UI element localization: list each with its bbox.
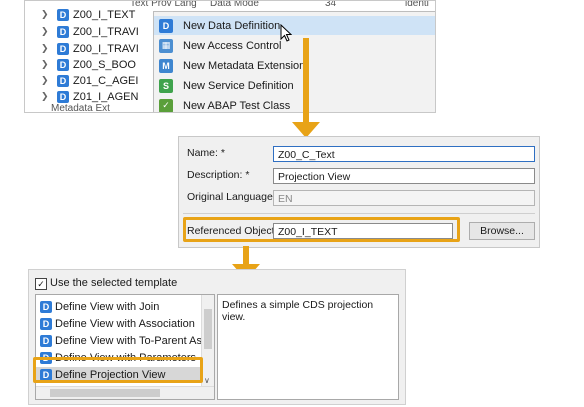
referenced-object-field[interactable]: Z00_I_TEXT [273, 223, 453, 239]
menu-item-new-abap-test-class[interactable]: ✓ New ABAP Test Class [154, 96, 435, 112]
background-text: 34 [325, 0, 337, 9]
tree-item[interactable]: ❯ D Z00_S_BOO [25, 57, 136, 72]
test-class-icon: ✓ [159, 98, 173, 112]
browse-button[interactable]: Browse... [469, 222, 535, 240]
chevron-right-icon[interactable]: ❯ [41, 91, 51, 102]
ddl-icon: D [57, 58, 69, 71]
mouse-pointer-icon [280, 24, 292, 42]
list-item[interactable]: D Define View with Association [36, 316, 195, 332]
menu-item-label: New ABAP Test Class [183, 99, 291, 112]
ddl-icon: D [57, 74, 69, 87]
menu-item-new-metadata-extension[interactable]: M New Metadata Extension [154, 56, 435, 75]
ddl-icon: D [57, 90, 69, 103]
access-control-icon: ▦ [159, 38, 173, 53]
list-item[interactable]: D Define View with Join [36, 299, 159, 315]
template-description-pane: Defines a simple CDS projection view. [217, 294, 399, 400]
tree-item[interactable]: ❯ D Z01_I_AGEN [25, 89, 138, 104]
background-text: identi [405, 0, 429, 9]
flow-arrow-shaft [303, 38, 309, 124]
description-field[interactable]: Projection View [273, 168, 535, 184]
menu-item-label: New Data Definition [183, 19, 281, 32]
ddl-icon: D [57, 8, 69, 21]
menu-item-new-access-control[interactable]: ▦ New Access Control [154, 36, 435, 55]
original-language-label: Original Language: [187, 191, 276, 203]
tree-item[interactable]: ❯ D Z00_I_TRAVI [25, 41, 139, 56]
horizontal-scrollbar[interactable] [36, 386, 214, 399]
ddl-icon: D [57, 42, 69, 55]
project-explorer-panel: Text Prov Lang Data Mode 34 identi ❯ D Z… [24, 0, 436, 113]
list-item[interactable]: D Define View with To-Parent Assoc [36, 333, 215, 349]
list-item-label: Define View with To-Parent Assoc [55, 335, 215, 347]
service-definition-icon: S [159, 78, 173, 93]
menu-item-label: New Metadata Extension [183, 59, 306, 72]
divider [183, 213, 535, 214]
chevron-right-icon[interactable]: ❯ [41, 9, 51, 20]
ddl-icon: D [57, 25, 69, 38]
name-label: Name: * [187, 147, 225, 159]
tree-item-label: Z00_I_TRAVI [73, 42, 139, 55]
ddl-icon: D [40, 318, 52, 330]
scrollbar-thumb[interactable] [50, 389, 160, 397]
list-item-label: Define View with Join [55, 301, 160, 313]
background-text: Data Mode [210, 0, 259, 9]
ddl-icon: D [40, 301, 52, 313]
list-item-label: Define View with Association [55, 318, 195, 330]
background-text: Metadata Ext [51, 103, 110, 113]
menu-item-new-service-definition[interactable]: S New Service Definition [154, 76, 435, 95]
chevron-down-icon[interactable]: ∨ [204, 376, 210, 385]
tree-item[interactable]: ❯ D Z00_I_TEXT [25, 7, 135, 22]
template-selection-panel: ✓ Use the selected template D Define Vie… [28, 269, 406, 405]
template-list: D Define View with Join D Define View wi… [35, 294, 215, 400]
ddl-icon: D [159, 18, 173, 33]
new-data-definition-form: Name: * Z00_C_Text Description: * Projec… [178, 136, 540, 248]
tree-item-label: Z00_I_TEXT [73, 8, 136, 21]
chevron-right-icon[interactable]: ❯ [41, 26, 51, 37]
highlight-box [33, 357, 203, 383]
ddl-icon: D [40, 335, 52, 347]
chevron-right-icon[interactable]: ❯ [41, 75, 51, 86]
referenced-object-label: Referenced Object: [187, 225, 278, 237]
menu-item-new-data-definition[interactable]: D New Data Definition [154, 16, 435, 35]
scrollbar-thumb[interactable] [204, 309, 212, 349]
name-field[interactable]: Z00_C_Text [273, 146, 535, 162]
description-label: Description: * [187, 169, 250, 181]
template-description: Defines a simple CDS projection view. [222, 299, 374, 323]
use-template-checkbox[interactable]: ✓ [35, 278, 47, 290]
tree-item-label: Z00_I_TRAVI [73, 25, 139, 38]
tree-item-label: Z00_S_BOO [73, 58, 136, 71]
tree-item[interactable]: ❯ D Z01_C_AGEI [25, 73, 138, 88]
use-template-label: Use the selected template [50, 277, 178, 289]
context-menu: D New Data Definition ▦ New Access Contr… [153, 11, 435, 112]
tree-item[interactable]: ❯ D Z00_I_TRAVI [25, 24, 139, 39]
background-text: Text Prov Lang [130, 0, 197, 9]
chevron-right-icon[interactable]: ❯ [41, 59, 51, 70]
menu-item-label: New Service Definition [183, 79, 294, 92]
metadata-extension-icon: M [159, 58, 173, 73]
original-language-field: EN [273, 190, 535, 206]
tree-item-label: Z01_I_AGEN [73, 90, 139, 103]
tree-item-label: Z01_C_AGEI [73, 74, 139, 87]
menu-item-label: New Access Control [183, 39, 282, 52]
chevron-right-icon[interactable]: ❯ [41, 43, 51, 54]
